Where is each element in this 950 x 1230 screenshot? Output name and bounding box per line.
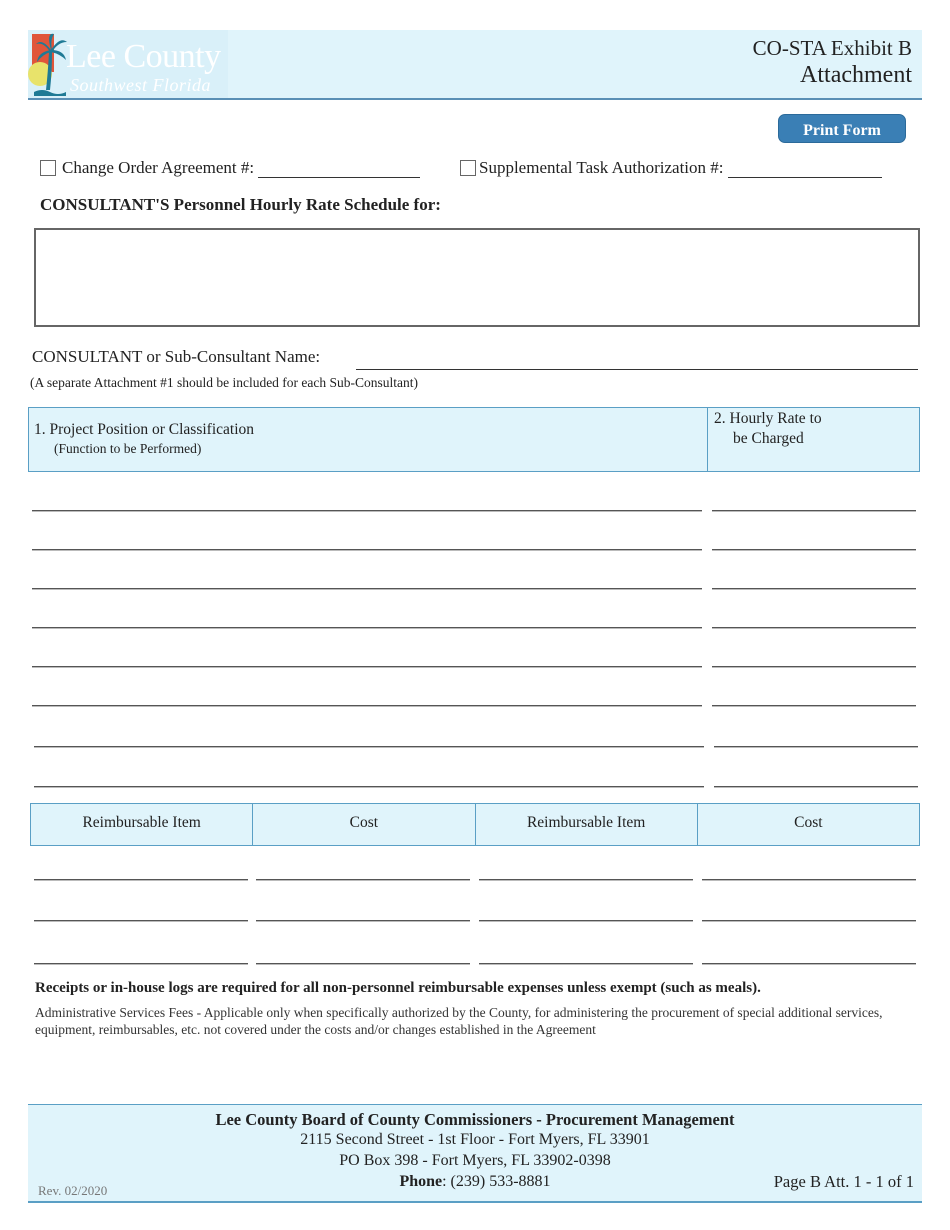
consultant-name-label: CONSULTANT or Sub-Consultant Name: [32, 347, 321, 366]
schedule-for-textarea[interactable] [34, 228, 920, 327]
sta-row: Supplemental Task Authorization #: [460, 157, 882, 178]
position-header-sublabel: (Function to be Performed) [54, 441, 202, 456]
position-input[interactable] [34, 746, 704, 748]
position-input[interactable] [34, 786, 704, 788]
change-order-checkbox[interactable] [40, 159, 56, 176]
reimbursable-table-header: Reimbursable Item Cost Reimbursable Item… [30, 803, 920, 846]
position-input[interactable] [32, 510, 702, 512]
position-input[interactable] [32, 627, 702, 629]
position-header-label: 1. Project Position or Classification [34, 421, 254, 438]
reimbursable-item-header-1: Reimbursable Item [31, 804, 254, 845]
print-form-button[interactable]: Print Form [778, 114, 906, 143]
hourly-rate-input[interactable] [712, 705, 916, 707]
footer-phone-label: Phone [399, 1173, 443, 1190]
footer-page-number: Page B Att. 1 - 1 of 1 [773, 1172, 914, 1191]
receipts-note: Receipts or in-house logs are required f… [35, 980, 761, 996]
hourly-rate-input[interactable] [712, 627, 916, 629]
hourly-rate-input[interactable] [712, 588, 916, 590]
palm-tree-icon [34, 33, 67, 96]
position-input[interactable] [32, 705, 702, 707]
rate-header-label-1: 2. Hourly Rate to [714, 410, 822, 427]
hourly-rate-input[interactable] [712, 549, 916, 551]
consultant-name-input[interactable] [356, 369, 918, 370]
position-input[interactable] [32, 666, 702, 668]
position-input[interactable] [32, 549, 702, 551]
rate-header-label-2: be Charged [733, 430, 804, 447]
schedule-title: CONSULTANT'S Personnel Hourly Rate Sched… [40, 195, 441, 214]
lee-county-logo: Lee County Southwest Florida [28, 30, 228, 98]
reimbursable-item-input[interactable] [34, 879, 248, 881]
footer-phone-value: : (239) 533-8881 [442, 1173, 551, 1190]
reimbursable-item-input[interactable] [34, 920, 248, 922]
cost-header-2: Cost [794, 814, 823, 831]
hourly-rate-input[interactable] [712, 510, 916, 512]
document-subtitle: Attachment [800, 62, 912, 88]
reimbursable-item-input[interactable] [479, 920, 693, 922]
footer-revision: Rev. 02/2020 [38, 1183, 108, 1198]
reimbursable-item-input[interactable] [479, 879, 693, 881]
footer-org: Lee County Board of County Commissioners… [215, 1110, 735, 1129]
cost-input[interactable] [256, 920, 470, 922]
cost-input[interactable] [702, 879, 916, 881]
position-input[interactable] [32, 588, 702, 590]
logo-title: Lee County [66, 38, 221, 75]
admin-fees-note: Administrative Services Fees - Applicabl… [35, 1005, 883, 1037]
hourly-rate-input[interactable] [714, 746, 918, 748]
cost-input[interactable] [256, 963, 470, 965]
reimbursable-item-input[interactable] [34, 963, 248, 965]
change-order-row: Change Order Agreement #: [40, 157, 421, 178]
rate-table-header: 1. Project Position or Classification (F… [28, 407, 920, 472]
sta-input[interactable] [727, 157, 882, 178]
sta-checkbox[interactable] [460, 159, 476, 176]
cost-input[interactable] [702, 963, 916, 965]
footer-address-pobox: PO Box 398 - Fort Myers, FL 33902-0398 [339, 1152, 611, 1169]
position-column-header: 1. Project Position or Classification (F… [29, 408, 708, 471]
reimbursable-item-header-2: Reimbursable Item [476, 804, 698, 845]
hourly-rate-input[interactable] [712, 666, 916, 668]
page-header: Lee County Southwest Florida CO-STA Exhi… [28, 30, 922, 100]
cost-input[interactable] [702, 920, 916, 922]
change-order-label: Change Order Agreement #: [62, 157, 255, 177]
page-footer: Lee County Board of County Commissioners… [28, 1104, 922, 1203]
document-title: CO-STA Exhibit B [752, 36, 912, 60]
cost-input[interactable] [256, 879, 470, 881]
consultant-note: (A separate Attachment #1 should be incl… [30, 375, 419, 390]
hourly-rate-input[interactable] [714, 786, 918, 788]
footer-address-street: 2115 Second Street - 1st Floor - Fort My… [300, 1131, 650, 1148]
cost-header-1: Cost [253, 804, 476, 845]
change-order-input[interactable] [258, 157, 421, 178]
reimbursable-item-input[interactable] [479, 963, 693, 965]
sta-label: Supplemental Task Authorization #: [479, 157, 724, 177]
logo-subtitle: Southwest Florida [70, 75, 212, 95]
